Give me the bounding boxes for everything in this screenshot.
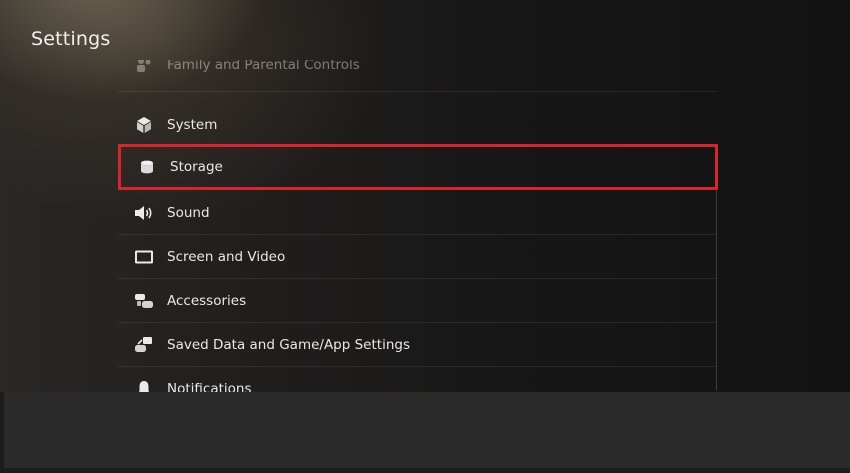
menu-item-storage[interactable]: Storage: [118, 144, 718, 190]
menu-item-label: Screen and Video: [167, 248, 286, 265]
family-icon: [133, 60, 155, 76]
menu-item-accessories[interactable]: Accessories: [118, 279, 716, 323]
saved-data-icon: [133, 334, 155, 356]
menu-item-notifications[interactable]: Notifications: [118, 367, 716, 393]
menu-item-label: System: [167, 116, 218, 133]
page-title: Settings: [31, 28, 111, 50]
menu-item-family-parental-controls[interactable]: Family and Parental Controls: [118, 60, 716, 92]
menu-item-label: Storage: [170, 159, 223, 175]
menu-item-label: Saved Data and Game/App Settings: [167, 336, 410, 353]
menu-item-screen-and-video[interactable]: Screen and Video: [118, 235, 716, 279]
settings-screen: Settings Family and Parental Controls Sy…: [0, 0, 850, 473]
menu-item-label: Family and Parental Controls: [167, 60, 360, 73]
storage-cylinder-icon: [136, 156, 158, 178]
menu-item-label: Accessories: [167, 292, 247, 309]
bell-icon: [133, 378, 155, 393]
settings-menu-list: Family and Parental Controls System Stor…: [118, 60, 718, 393]
bottom-edge-strip: [0, 468, 850, 473]
menu-item-sound[interactable]: Sound: [118, 191, 716, 235]
menu-item-saved-data[interactable]: Saved Data and Game/App Settings: [118, 323, 716, 367]
speaker-icon: [133, 202, 155, 224]
bottom-overlay-bar: [4, 392, 850, 468]
scroll-divider: [716, 190, 717, 390]
controllers-icon: [133, 290, 155, 312]
menu-item-label: Sound: [167, 204, 210, 221]
monitor-icon: [133, 246, 155, 268]
menu-item-system[interactable]: System: [118, 103, 716, 147]
system-cube-icon: [133, 114, 155, 136]
